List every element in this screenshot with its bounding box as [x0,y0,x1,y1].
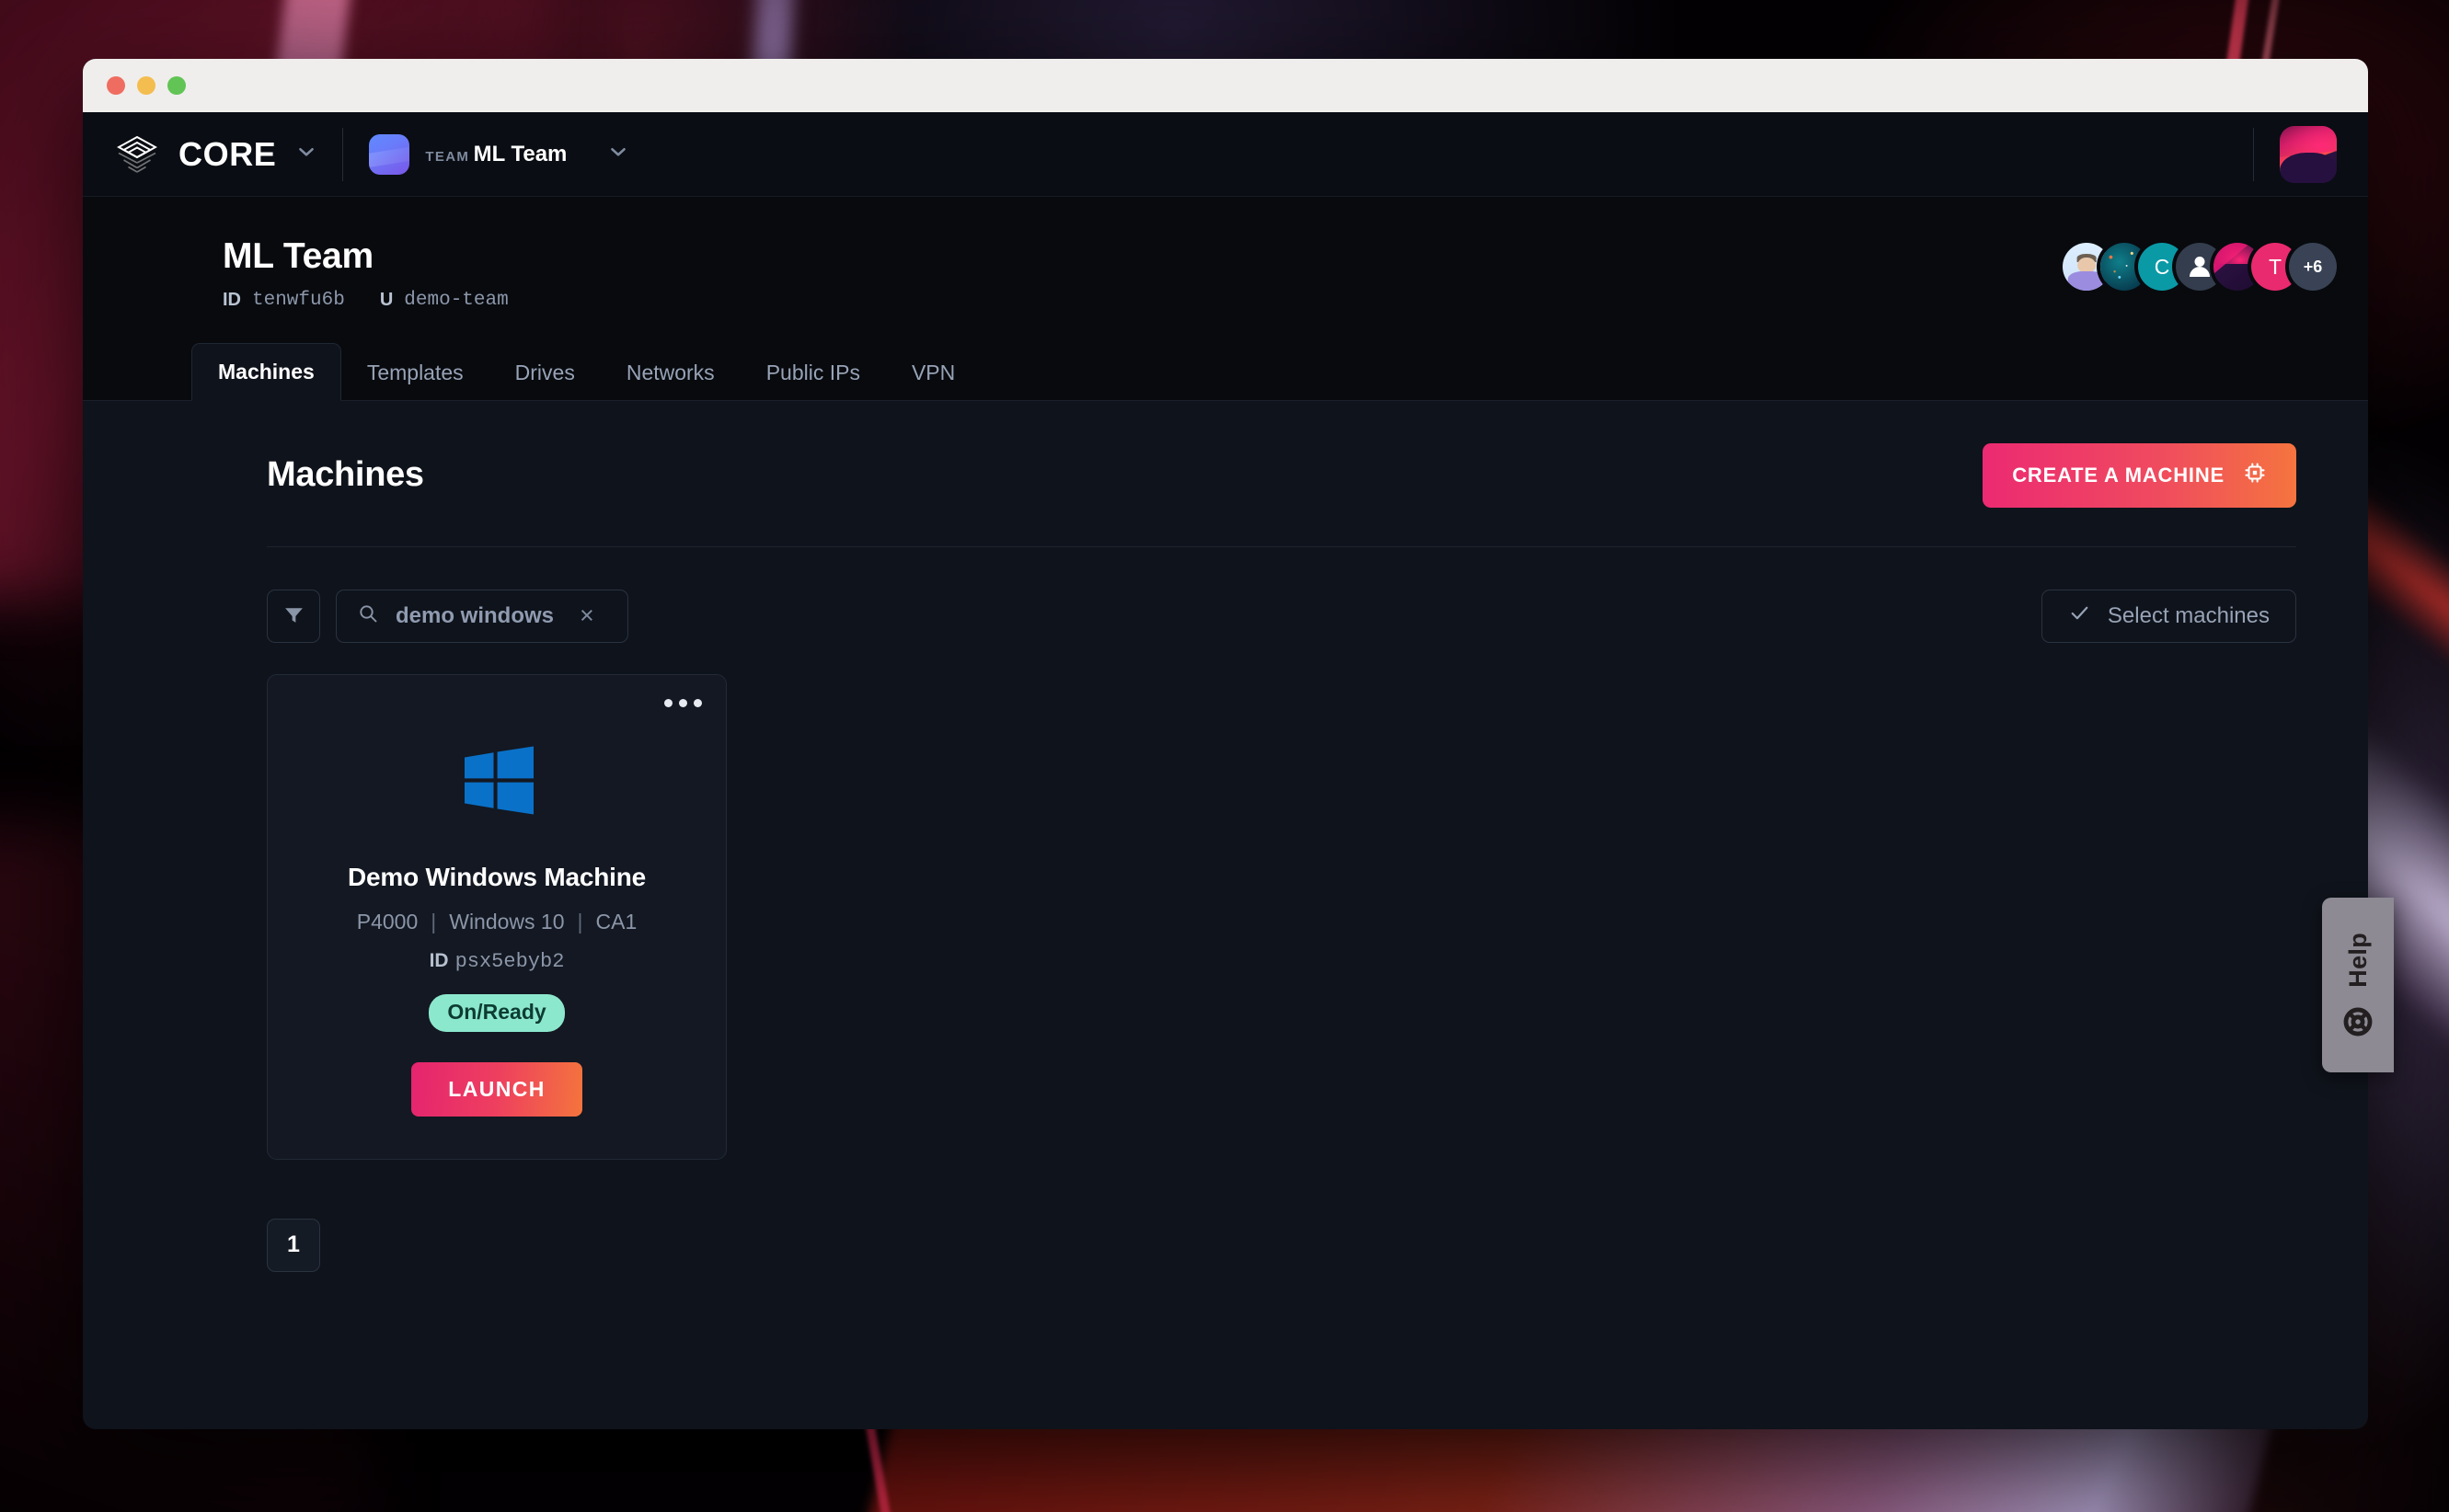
page-header: ML Team ID tenwfu6b U demo-team C T +6 M… [83,197,2368,401]
core-layers-logo-icon [114,132,160,178]
machine-card[interactable]: Demo Windows Machine P4000 | Windows 10 … [267,673,727,1160]
cpu-chip-icon [2243,461,2267,490]
team-id-key: ID [223,289,241,310]
spec-separator: | [431,909,437,934]
tab-templates[interactable]: Templates [341,345,489,401]
window-close-button[interactable] [107,76,125,95]
machines-toolbar: demo windows × Select machines [267,589,2296,643]
top-navigation-bar: CORE TEAM ML Team [83,112,2368,197]
machine-specs: P4000 | Windows 10 | CA1 [357,910,638,934]
team-name: ML Team [473,141,568,166]
launch-button[interactable]: LAUNCH [411,1061,582,1117]
windows-logo-icon [455,739,538,822]
app-window: Help CORE TEAM ML Team ML Team ID tenwfu… [83,59,2394,1429]
help-tab[interactable]: Help [2322,898,2394,1072]
machine-gpu: P4000 [356,909,419,934]
funnel-icon [282,603,305,629]
team-id-value: tenwfu6b [252,289,345,311]
help-tab-label: Help [2343,933,2372,988]
team-handle-value: demo-team [404,289,509,311]
search-icon [357,602,379,629]
chevron-down-icon[interactable] [606,140,630,168]
window-titlebar [83,59,2368,112]
check-icon [2068,601,2091,631]
page-button-1[interactable]: 1 [267,1218,320,1272]
machine-os: Windows 10 [449,909,565,934]
status-badge: On/Ready [429,993,565,1032]
nav-divider [342,127,344,181]
machine-region: CA1 [595,909,638,934]
section-title: Machines [267,455,424,495]
chevron-down-icon[interactable] [294,140,318,168]
machine-id-key: ID [429,949,449,971]
spec-separator: | [577,909,583,934]
pagination: 1 [267,1218,2296,1272]
team-handle-key: U [379,289,394,310]
team-switcher[interactable]: TEAM ML Team [369,133,630,175]
machines-grid: Demo Windows Machine P4000 | Windows 10 … [267,673,2296,1160]
section-tabs: Machines Templates Drives Networks Publi… [83,342,2368,401]
team-label: TEAM [425,148,470,165]
select-machines-button[interactable]: Select machines [2041,589,2296,643]
brand-name: CORE [178,134,277,173]
main-content: Machines CREATE A MACHINE demo windows ×… [83,400,2368,1272]
window-minimize-button[interactable] [137,76,155,95]
clear-search-icon[interactable]: × [580,603,594,628]
team-members-avatars[interactable]: C T +6 [2063,237,2337,291]
window-maximize-button[interactable] [167,76,186,95]
select-machines-label: Select machines [2107,602,2270,628]
tab-vpn[interactable]: VPN [886,345,981,401]
lifebuoy-icon [2343,1007,2373,1037]
page-title: ML Team [223,236,374,276]
tab-networks[interactable]: Networks [601,345,741,401]
search-input[interactable]: demo windows × [336,589,628,643]
create-a-machine-button[interactable]: CREATE A MACHINE [1983,442,2296,508]
machine-id: ID psx5ebyb2 [430,950,565,973]
create-a-machine-label: CREATE A MACHINE [2012,463,2225,487]
team-avatar [369,133,410,175]
tab-machines[interactable]: Machines [191,342,341,401]
user-avatar[interactable] [2280,125,2337,183]
avatar-overflow-count[interactable]: +6 [2289,243,2337,291]
machine-name: Demo Windows Machine [347,862,646,891]
tab-drives[interactable]: Drives [489,345,601,401]
machine-id-value: psx5ebyb2 [454,949,565,973]
search-input-value: demo windows [396,602,555,628]
page-meta: ID tenwfu6b U demo-team [223,290,509,311]
filter-button[interactable] [267,589,320,643]
brand-menu[interactable]: CORE [114,132,318,178]
more-horizontal-icon[interactable] [664,698,702,707]
nav-divider [2253,127,2254,181]
section-divider [267,545,2296,547]
tab-public-ips[interactable]: Public IPs [741,345,886,401]
